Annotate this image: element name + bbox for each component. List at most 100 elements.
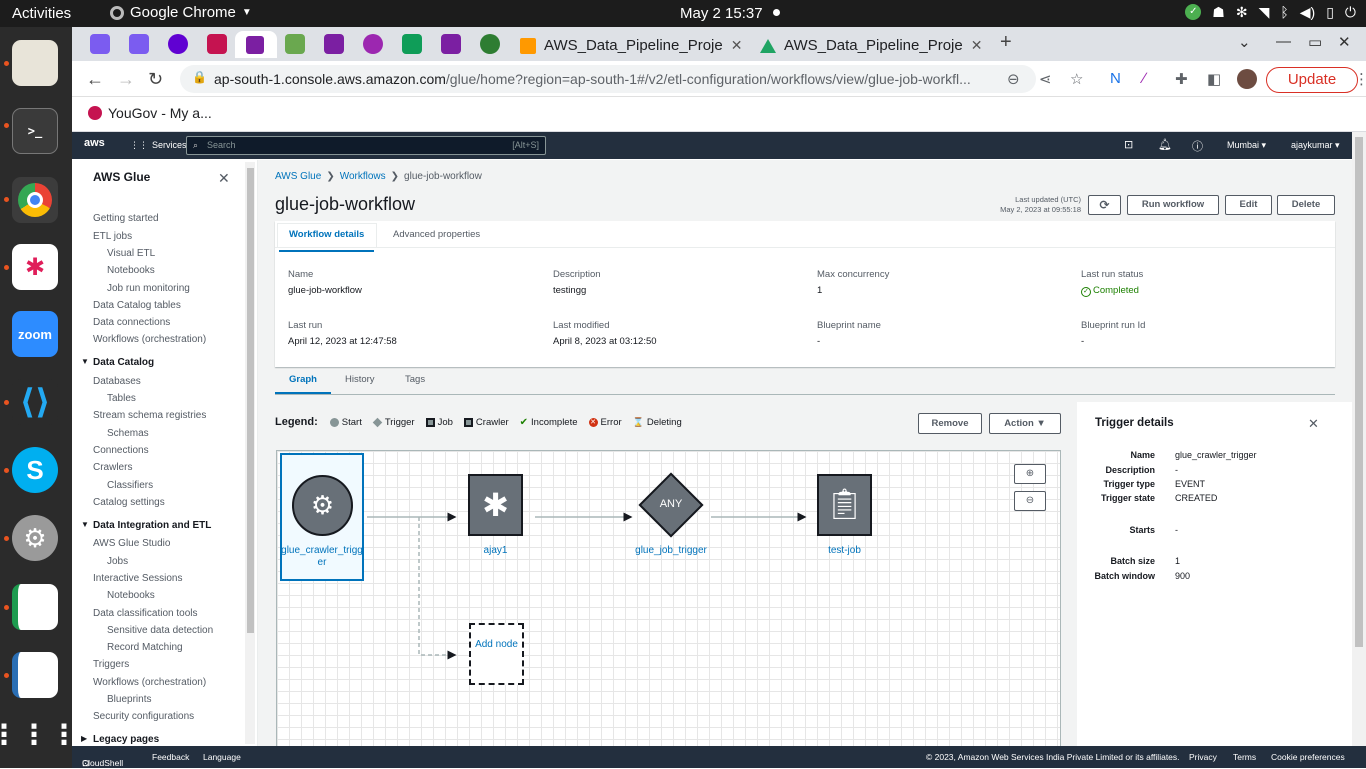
sidebar-item[interactable]: Getting started	[93, 213, 159, 224]
pinned-tab[interactable]	[129, 34, 149, 54]
sidebar-item[interactable]: Interactive Sessions	[93, 573, 183, 584]
terms-link[interactable]: Terms	[1233, 752, 1256, 762]
new-tab-icon[interactable]: +	[1000, 31, 1012, 54]
sidebar-item[interactable]: Catalog settings	[93, 497, 165, 508]
sidebar-item[interactable]: Databases	[93, 376, 141, 387]
more-icon[interactable]: ⋮	[1354, 70, 1366, 88]
pinned-tab[interactable]	[363, 34, 383, 54]
sidebar-item[interactable]: Sensitive data detection	[107, 625, 213, 636]
sidebar-item[interactable]: ETL jobs	[93, 231, 132, 242]
refresh-button[interactable]: ⟳	[1088, 195, 1121, 215]
help-icon[interactable]: ⓘ	[1192, 138, 1203, 154]
zoom-out-button[interactable]: ⊖	[1014, 491, 1046, 511]
sidebar-item[interactable]: Record Matching	[107, 642, 183, 653]
pinned-tab[interactable]	[207, 34, 227, 54]
bell-icon[interactable]: 🔔︎	[1158, 138, 1172, 151]
tab-search-icon[interactable]: ⌄	[1238, 33, 1251, 51]
pinned-tab[interactable]	[168, 34, 188, 54]
sidebar-scrollbar[interactable]	[245, 162, 255, 744]
sidebar-item[interactable]: Notebooks	[107, 265, 155, 276]
tab-tags[interactable]: Tags	[405, 374, 425, 385]
share-icon[interactable]: ⋖	[1039, 70, 1052, 88]
forward-icon[interactable]: →	[117, 69, 135, 90]
node-label[interactable]: glue_job_trigger	[631, 545, 711, 557]
edit-button[interactable]: Edit	[1225, 195, 1272, 215]
sidebar-item[interactable]: Workflows (orchestration)	[93, 677, 206, 688]
pinned-tab-active[interactable]	[235, 31, 277, 58]
breadcrumb-link[interactable]: Workflows	[340, 171, 386, 182]
page-scrollbar[interactable]	[1352, 132, 1366, 746]
close-tab-icon[interactable]: ✕	[971, 37, 983, 54]
pinned-tab[interactable]	[441, 34, 461, 54]
services-menu[interactable]: ⋮⋮ Services	[130, 140, 187, 151]
slack-icon[interactable]: ✱	[12, 244, 58, 290]
avatar[interactable]	[1237, 69, 1257, 89]
pinned-tab[interactable]	[90, 34, 110, 54]
sidebar-item[interactable]: Stream schema registries	[93, 410, 206, 421]
browser-tab[interactable]: AWS_Data_Pipeline_Proje ✕	[760, 30, 982, 61]
app-grid-icon[interactable]: ⋮⋮⋮	[0, 711, 78, 757]
close-icon[interactable]: ✕	[1308, 416, 1319, 432]
close-tab-icon[interactable]: ✕	[731, 37, 743, 54]
feedback-link[interactable]: Feedback	[152, 752, 189, 762]
tab-workflow-details[interactable]: Workflow details	[278, 229, 375, 252]
scrollbar-thumb[interactable]	[1355, 137, 1363, 647]
region-menu[interactable]: Mumbai ▾	[1227, 140, 1266, 151]
job-node-icon[interactable]: 📋︎	[817, 474, 872, 536]
activities-button[interactable]: Activities	[12, 5, 71, 22]
clock[interactable]: May 2 15:37	[680, 5, 763, 22]
run-workflow-button[interactable]: Run workflow	[1127, 195, 1219, 215]
chrome-icon[interactable]	[12, 177, 58, 223]
zoom-icon[interactable]: zoom	[12, 311, 58, 357]
search-input[interactable]: ⌕ Search [Alt+S]	[186, 136, 546, 155]
system-tray[interactable]: ✓ ☗ ✻ ◥ ᛒ ◀) ▯ ⏻	[1185, 4, 1356, 21]
privacy-link[interactable]: Privacy	[1189, 752, 1217, 762]
sidebar-item[interactable]: Data connections	[93, 317, 170, 328]
tab-advanced-properties[interactable]: Advanced properties	[393, 229, 480, 240]
terminal-icon[interactable]: >_	[12, 108, 58, 154]
sidebar-item[interactable]: Triggers	[93, 659, 129, 670]
sidebar-section[interactable]: ▼ Data Integration and ETL	[81, 520, 211, 531]
sidebar-item[interactable]: Data classification tools	[93, 608, 198, 619]
sidebar-item[interactable]: AWS Glue Studio	[93, 538, 170, 549]
sidebar-item[interactable]: Workflows (orchestration)	[93, 334, 206, 345]
cloudshell-icon[interactable]: ⊡	[1124, 138, 1133, 151]
maximize-icon[interactable]: ▭	[1308, 33, 1322, 51]
remove-button[interactable]: Remove	[918, 413, 982, 434]
pinned-tab[interactable]	[285, 34, 305, 54]
sidebar-item[interactable]: Job run monitoring	[107, 283, 190, 294]
scrollbar-thumb[interactable]	[247, 168, 254, 633]
breadcrumb-link[interactable]: AWS Glue	[275, 171, 321, 182]
sidebar-item[interactable]: Crawlers	[93, 462, 132, 473]
tab-graph[interactable]: Graph	[275, 374, 331, 394]
address-bar[interactable]: 🔒 ap-south-1.console.aws.amazon.com/glue…	[180, 65, 1036, 93]
vscode-icon[interactable]: ⟨⟩	[12, 379, 58, 425]
sidebar-item[interactable]: Visual ETL	[107, 248, 155, 259]
add-node-button[interactable]: Add node	[469, 623, 524, 685]
tab-history[interactable]: History	[345, 374, 375, 385]
sidebar-item[interactable]: Security configurations	[93, 711, 194, 722]
extension-icon[interactable]: N	[1110, 70, 1121, 87]
document-icon[interactable]	[12, 652, 58, 698]
skype-icon[interactable]: S	[12, 447, 58, 493]
bookmark-item[interactable]: YouGov - My a...	[88, 105, 212, 121]
sidebar-item[interactable]: Data Catalog tables	[93, 300, 181, 311]
minimize-icon[interactable]: —	[1276, 33, 1291, 50]
zoom-icon[interactable]: ⊖	[1007, 70, 1020, 88]
aws-logo[interactable]: aws	[84, 137, 105, 149]
back-icon[interactable]: ←	[86, 69, 104, 90]
update-button[interactable]: Update	[1266, 67, 1358, 93]
app-menu[interactable]: Google Chrome ▼	[110, 4, 252, 21]
pinned-tab[interactable]	[324, 34, 344, 54]
close-window-icon[interactable]: ✕	[1338, 33, 1351, 51]
sidebar-item[interactable]: Connections	[93, 445, 149, 456]
extension-icon[interactable]: ∕	[1143, 70, 1146, 87]
sidebar-item[interactable]: Schemas	[107, 428, 149, 439]
workflow-graph[interactable]: ⚙ glue_crawler_trigger ✱ ajay1 ANY glue_…	[276, 450, 1061, 746]
files-icon[interactable]	[12, 40, 58, 86]
node-label[interactable]: glue_crawler_trigger	[281, 545, 363, 569]
puzzle-icon[interactable]: ✚	[1175, 70, 1188, 88]
pinned-tab[interactable]	[402, 34, 422, 54]
browser-tab[interactable]: AWS_Data_Pipeline_Proje ✕	[520, 30, 742, 61]
reload-icon[interactable]: ↻	[148, 69, 163, 90]
